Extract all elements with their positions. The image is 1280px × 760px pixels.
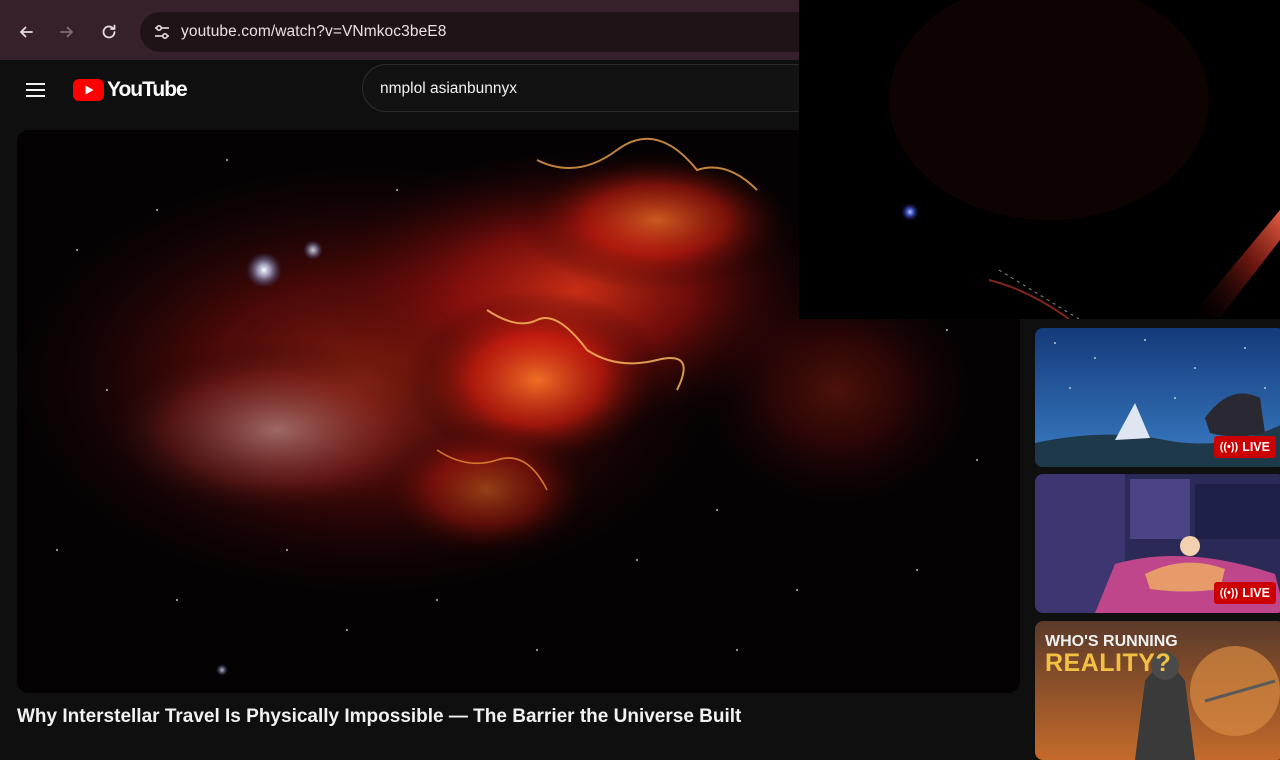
tune-icon xyxy=(155,24,169,40)
back-button[interactable] xyxy=(8,14,44,50)
sidebar-thumbnail-1[interactable]: ((•)) LIVE xyxy=(1035,328,1280,467)
arrow-right-icon xyxy=(60,26,73,38)
live-broadcast-icon: ((•)) xyxy=(1219,441,1239,453)
live-badge-label: LIVE xyxy=(1242,440,1270,454)
forward-button[interactable] xyxy=(49,14,85,50)
live-badge-label: LIVE xyxy=(1242,586,1270,600)
overlay-scene xyxy=(799,0,1280,319)
overlay-video-window[interactable] xyxy=(799,0,1280,319)
arrow-left-icon xyxy=(20,26,33,38)
reload-icon xyxy=(102,24,116,39)
url-text: youtube.com/watch?v=VNmkoc3beE8 xyxy=(181,23,447,40)
video-title: Why Interstellar Travel Is Physically Im… xyxy=(17,706,742,727)
search-query-text: nmplol asianbunnyx xyxy=(380,80,518,97)
guide-menu-button[interactable] xyxy=(16,70,56,110)
live-badge: ((•)) LIVE xyxy=(1213,582,1276,604)
sidebar-thumbnail-3[interactable]: WHO'S RUNNING REALITY? xyxy=(1035,621,1280,760)
thumbnail-text-line-2: REALITY? xyxy=(1045,649,1172,677)
youtube-play-icon xyxy=(73,79,104,101)
live-badge: ((•)) LIVE xyxy=(1213,436,1276,458)
sidebar-thumbnail-2[interactable]: ((•)) LIVE xyxy=(1035,474,1280,613)
live-broadcast-icon: ((•)) xyxy=(1219,587,1239,599)
reload-button[interactable] xyxy=(91,14,127,50)
hamburger-icon xyxy=(26,83,45,97)
site-info-button[interactable] xyxy=(146,16,178,48)
youtube-logo-text: YouTube xyxy=(107,78,188,101)
youtube-logo[interactable]: YouTube xyxy=(73,78,188,102)
